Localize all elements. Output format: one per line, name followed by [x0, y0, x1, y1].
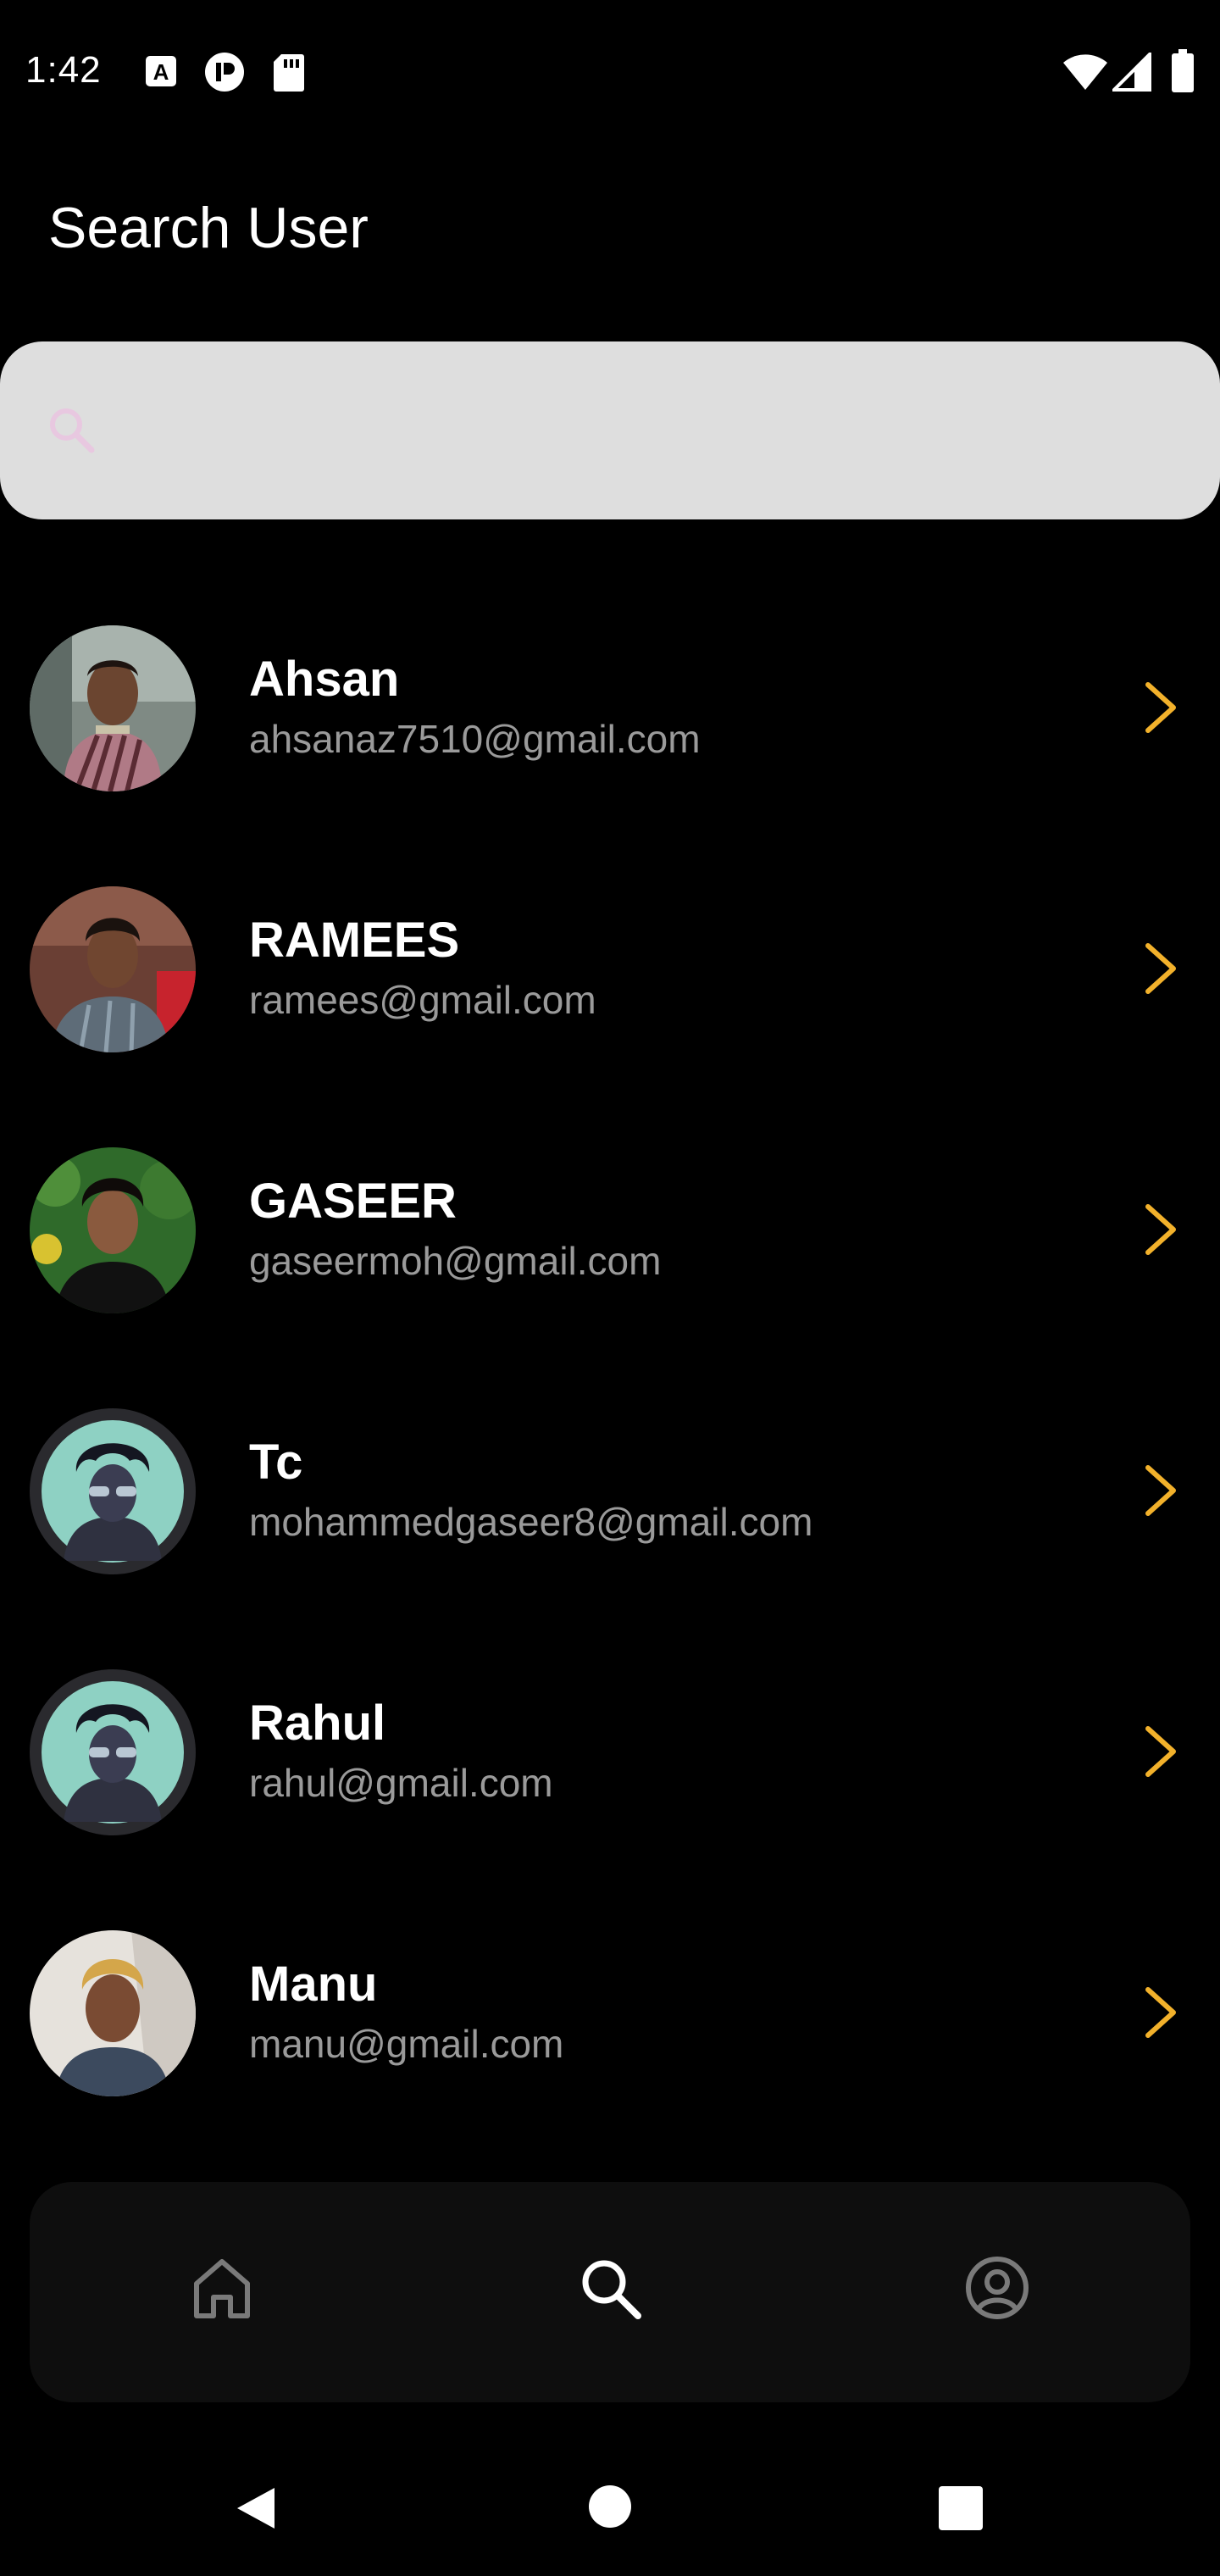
search-icon[interactable] [572, 2250, 648, 2326]
profile-icon[interactable] [959, 2250, 1035, 2326]
system-nav-bar [0, 2440, 1220, 2576]
avatar [30, 886, 196, 1052]
user-name: GASEER [249, 1174, 457, 1229]
app-notification-icon [203, 51, 246, 97]
list-item[interactable]: RAMEES ramees@gmail.com [0, 880, 1220, 1091]
bottom-nav [30, 2182, 1190, 2402]
user-email: gaseermoh@gmail.com [249, 1239, 662, 1283]
chevron-right-icon[interactable] [1135, 678, 1186, 737]
a-notification-icon: A [144, 54, 178, 92]
list-item[interactable]: Rahul rahul@gmail.com [0, 1663, 1220, 1874]
page-title: Search User [48, 196, 369, 260]
user-name: Tc [249, 1435, 303, 1490]
wifi-icon [1062, 53, 1109, 96]
user-name: Ahsan [249, 652, 400, 707]
battery-icon [1171, 49, 1195, 97]
list-item[interactable]: Tc mohammedgaseer8@gmail.com [0, 1402, 1220, 1613]
list-item[interactable]: Ahsan ahsanaz7510@gmail.com [0, 619, 1220, 830]
signal-icon [1110, 50, 1151, 96]
user-email: mohammedgaseer8@gmail.com [249, 1500, 813, 1544]
user-email: manu@gmail.com [249, 2022, 564, 2066]
user-email: rahul@gmail.com [249, 1761, 553, 1805]
status-bar: 1:42 A [0, 0, 1220, 146]
user-name: Rahul [249, 1696, 386, 1751]
avatar [30, 1669, 196, 1835]
search-input[interactable] [119, 384, 1139, 479]
home-icon[interactable] [184, 2250, 260, 2326]
list-item[interactable]: GASEER gaseermoh@gmail.com [0, 1141, 1220, 1352]
search-bar[interactable] [0, 341, 1220, 519]
avatar [30, 1930, 196, 2096]
home-circle-icon[interactable] [586, 2483, 634, 2534]
svg-text:A: A [153, 59, 169, 85]
chevron-right-icon[interactable] [1135, 1461, 1186, 1520]
user-email: ramees@gmail.com [249, 978, 596, 1022]
chevron-right-icon[interactable] [1135, 1200, 1186, 1259]
avatar [30, 625, 196, 791]
user-name: Manu [249, 1957, 378, 2012]
search-icon [42, 401, 102, 460]
recents-icon[interactable] [937, 2484, 984, 2536]
avatar [30, 1147, 196, 1313]
chevron-right-icon[interactable] [1135, 1722, 1186, 1781]
chevron-right-icon[interactable] [1135, 1983, 1186, 2042]
avatar [30, 1408, 196, 1574]
sd-card-icon [273, 53, 305, 96]
status-time: 1:42 [25, 49, 102, 91]
list-item[interactable]: Manu manu@gmail.com [0, 1924, 1220, 2135]
user-name: RAMEES [249, 913, 460, 968]
user-email: ahsanaz7510@gmail.com [249, 717, 701, 761]
back-icon[interactable] [230, 2483, 281, 2538]
chevron-right-icon[interactable] [1135, 939, 1186, 998]
